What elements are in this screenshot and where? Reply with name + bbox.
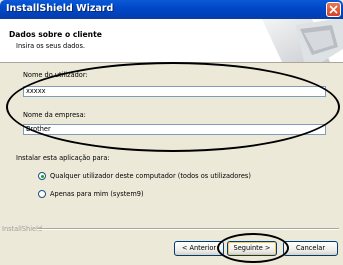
page-title: Dados sobre o cliente bbox=[9, 30, 102, 39]
page-subtitle: Insira os seus dados. bbox=[16, 42, 85, 50]
cancel-button[interactable]: Cancelar bbox=[283, 241, 338, 256]
radio-selected-dot bbox=[40, 174, 44, 178]
installer-window: InstallShield Wizard Dados sobre o clien… bbox=[0, 0, 343, 265]
window-title: InstallShield Wizard bbox=[6, 3, 114, 14]
close-icon bbox=[329, 5, 338, 14]
all-users-radio[interactable] bbox=[38, 172, 46, 180]
all-users-label[interactable]: Qualquer utilizador deste computador (to… bbox=[50, 172, 251, 180]
wizard-header: Dados sobre o cliente Insira os seus dad… bbox=[0, 19, 343, 63]
annotation-circle-next bbox=[217, 233, 289, 263]
annotation-circle-fields bbox=[6, 62, 340, 152]
title-bar[interactable]: InstallShield Wizard bbox=[0, 0, 343, 19]
install-for-label: Instalar esta aplicação para: bbox=[16, 154, 110, 162]
only-me-radio[interactable] bbox=[38, 190, 46, 198]
close-button[interactable] bbox=[326, 2, 341, 17]
footer-divider bbox=[37, 228, 339, 230]
computer-illustration-icon bbox=[262, 19, 343, 62]
only-me-label[interactable]: Apenas para mim (system9) bbox=[50, 190, 144, 198]
